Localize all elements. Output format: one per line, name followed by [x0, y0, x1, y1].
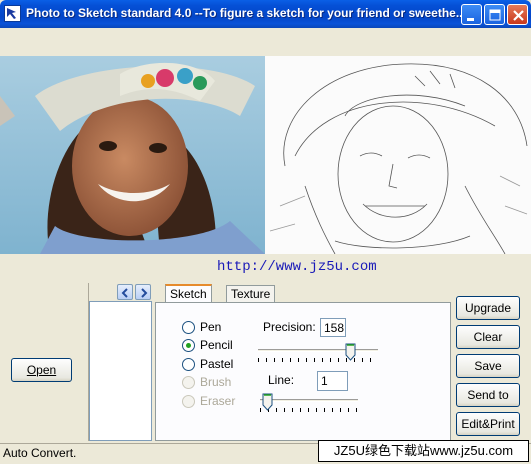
status-text: Auto Convert.	[3, 446, 77, 460]
minimize-button[interactable]	[461, 4, 482, 25]
sketch-preview	[265, 56, 531, 254]
slider-track	[260, 399, 358, 402]
line-input[interactable]: 1	[317, 371, 348, 391]
radio-indicator	[182, 320, 195, 334]
chevron-left-icon	[121, 288, 128, 298]
radio-label: Pencil	[200, 338, 233, 352]
radio-indicator	[182, 375, 195, 389]
precision-input[interactable]: 158	[320, 318, 346, 337]
window-title: Photo to Sketch standard 4.0 --To figure…	[26, 6, 466, 20]
radio-pencil[interactable]: Pencil	[182, 338, 233, 352]
thumbnail-list[interactable]	[89, 301, 152, 441]
original-photo	[0, 56, 265, 254]
nav-next-button[interactable]	[135, 284, 151, 300]
radio-label: Eraser	[200, 394, 236, 408]
open-button[interactable]: Open	[11, 358, 72, 382]
nav-prev-button[interactable]	[117, 284, 133, 300]
radio-brush[interactable]: Brush	[182, 375, 231, 389]
minimize-icon	[467, 18, 474, 21]
maximize-icon	[489, 9, 501, 21]
tab-sketch[interactable]: Sketch	[165, 284, 212, 304]
radio-label: Brush	[200, 375, 232, 389]
radio-label: Pastel	[200, 357, 234, 371]
slider-ticks	[258, 358, 378, 362]
slider-thumb-icon[interactable]	[345, 343, 356, 361]
title-bar[interactable]: Photo to Sketch standard 4.0 --To figure…	[0, 0, 531, 28]
radio-indicator	[182, 394, 195, 408]
app-arrow-icon[interactable]	[4, 5, 21, 22]
close-icon	[513, 10, 524, 21]
website-url[interactable]: http://www.jz5u.com	[217, 259, 377, 275]
line-label: Line:	[268, 373, 295, 387]
edit-print-button[interactable]: Edit&Print	[456, 412, 520, 436]
clear-button[interactable]: Clear	[456, 325, 520, 349]
chevron-right-icon	[141, 288, 148, 298]
upgrade-button[interactable]: Upgrade	[456, 296, 520, 320]
radio-pastel[interactable]: Pastel	[182, 357, 233, 371]
app-window: Photo to Sketch standard 4.0 --To figure…	[0, 0, 531, 464]
watermark-label: JZ5U绿色下载站www.jz5u.com	[318, 440, 529, 462]
slider-ticks	[260, 408, 358, 412]
slider-thumb-icon[interactable]	[262, 393, 273, 411]
maximize-button[interactable]	[484, 4, 505, 25]
radio-indicator	[182, 338, 195, 352]
radio-pen[interactable]: Pen	[182, 320, 221, 334]
radio-eraser[interactable]: Eraser	[182, 394, 235, 408]
precision-slider[interactable]	[258, 343, 378, 365]
close-button[interactable]	[507, 4, 528, 25]
radio-indicator	[182, 357, 195, 371]
save-button[interactable]: Save	[456, 354, 520, 378]
radio-label: Pen	[200, 320, 222, 334]
send-to-button[interactable]: Send to	[456, 383, 520, 407]
tab-texture[interactable]: Texture	[226, 285, 276, 303]
line-slider[interactable]	[260, 393, 358, 415]
precision-label: Precision:	[263, 320, 316, 334]
slider-track	[258, 349, 378, 352]
